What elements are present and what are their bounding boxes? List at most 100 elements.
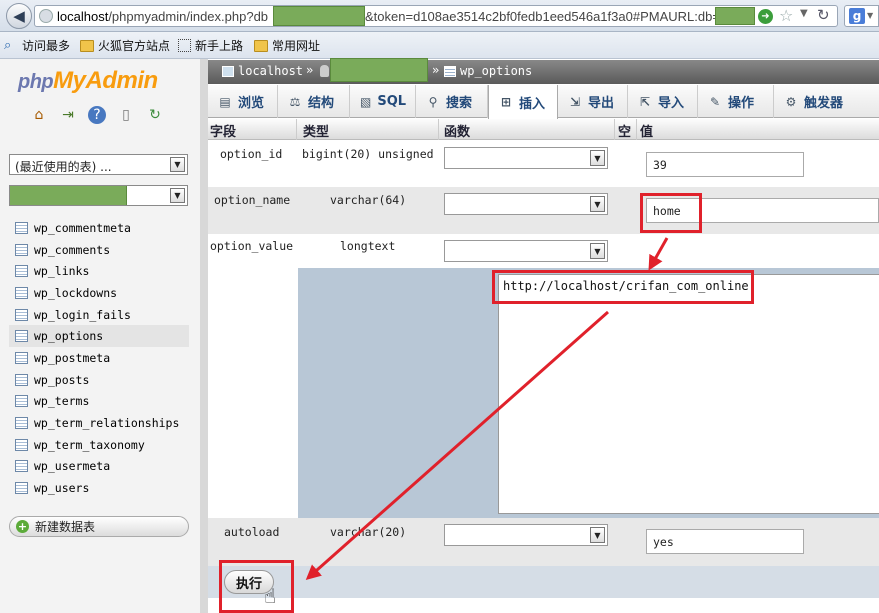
table-name: wp_terms [34,394,90,409]
breadcrumb-table[interactable]: wp_options [444,64,532,78]
table-item[interactable]: wp_term_relationships [9,412,189,434]
home-icon[interactable]: ⌂ [30,106,48,124]
table-item-active[interactable]: wp_options [9,325,189,348]
redacted-block [330,58,428,82]
recent-tables-label: (最近使用的表) ... [15,160,112,174]
function-select[interactable]: ▼ [444,193,608,215]
chevron-down-icon[interactable]: ▼ [170,157,185,172]
search-engine-selector[interactable]: g ▼ [844,5,879,27]
table-icon [15,330,28,343]
site-identity-icon[interactable] [39,9,53,23]
logout-icon[interactable]: ⇥ [59,106,77,124]
url-text-continued: &token=d108ae3514c2bf0fedb1eed546a1f3a0#… [365,9,720,24]
table-icon [15,265,28,278]
chevron-down-icon[interactable]: ▼ [590,150,605,166]
table-name: wp_term_taxonomy [34,437,145,452]
tab-operations[interactable]: ✎ 操作 [698,85,774,118]
table-item[interactable]: wp_posts [9,369,189,391]
chevron-down-icon: ▼ [867,11,874,20]
chevron-down-icon[interactable]: ▼ [170,188,185,203]
tab-triggers[interactable]: ⚙ 触发器 [774,85,879,118]
url-field[interactable]: localhost/phpmyadmin/index.php?db &token… [34,5,838,27]
table-icon [15,351,28,364]
tab-browse[interactable]: ▤ 浏览 [208,85,278,118]
table-item[interactable]: wp_postmeta [9,347,189,369]
tab-label: 搜索 [446,96,473,111]
table-name: wp_users [34,481,90,496]
breadcrumb-separator: » [432,63,440,77]
function-select[interactable]: ▼ [444,240,608,262]
table-item[interactable]: wp_term_taxonomy [9,434,189,456]
bookmark-getting-started[interactable]: 新手上路 [178,37,243,54]
highlight-box [492,270,754,304]
chevron-down-icon[interactable]: ▼ [590,243,605,259]
help-icon[interactable]: ? [88,106,106,124]
google-icon[interactable]: g [849,8,865,24]
browse-icon: ▤ [219,94,231,109]
reload-icon[interactable]: ↻ [817,6,830,24]
table-item[interactable]: wp_comments [9,239,189,261]
phpmyadmin-logo[interactable]: phpMyAdmin [18,67,158,95]
bookmark-most-visited[interactable]: ⌕ 访问最多 [4,37,70,54]
redacted-block [273,6,365,26]
table-icon [15,243,28,256]
table-icon [15,221,28,234]
recent-tables-select[interactable]: (最近使用的表) ... ▼ [9,154,188,175]
function-select[interactable]: ▼ [444,147,608,169]
chevron-down-icon[interactable]: ▼ [590,527,605,543]
tab-structure[interactable]: ⚖ 结构 [278,85,350,118]
server-icon [222,65,234,77]
table-icon [15,438,28,451]
table-item[interactable]: wp_lockdowns [9,282,189,304]
docs-icon[interactable]: ▯ [117,106,135,124]
value-input[interactable]: yes [646,529,804,554]
back-arrow-icon[interactable]: ◀ [6,3,32,29]
breadcrumb-separator: » [306,63,314,77]
new-table-button[interactable]: + 新建数据表 [9,516,189,537]
operations-icon: ✎ [709,94,721,109]
table-row: autoload varchar(20) ▼ yes [208,518,879,566]
field-type: varchar(64) [330,193,407,207]
highlight-box [640,193,702,233]
table-name: wp_postmeta [34,350,111,365]
table-icon [15,308,28,321]
redacted-block [715,7,755,25]
chevron-down-icon[interactable]: ▼ [590,196,605,212]
database-select[interactable]: ▼ [9,185,188,206]
tab-search[interactable]: ⚲ 搜索 [416,85,488,118]
navigation-panel: phpMyAdmin ⌂ ⇥ ? ▯ ↻ (最近使用的表) ... ▼ ▼ wp_… [0,59,200,613]
value-input[interactable]: 39 [646,152,804,177]
table-item[interactable]: wp_users [9,477,189,499]
tab-sql[interactable]: ▧ SQL [350,85,416,118]
function-select[interactable]: ▼ [444,524,608,546]
triggers-icon: ⚙ [785,94,797,109]
table-item[interactable]: wp_login_fails [9,304,189,326]
bookmark-star-icon[interactable]: ☆ [779,6,793,25]
tab-export[interactable]: ⇲ 导出 [558,85,628,118]
browser-toolbar: ◀ localhost/phpmyadmin/index.php?db &tok… [0,0,879,32]
field-type: longtext [340,239,396,253]
breadcrumb-server[interactable]: localhost [222,64,303,78]
bookmark-label: 访问最多 [22,39,71,53]
table-item[interactable]: wp_commentmeta [9,217,189,239]
field-name: option_name [214,193,291,207]
go-arrow-icon[interactable]: ➜ [758,9,773,24]
table-item[interactable]: wp_terms [9,391,189,413]
tab-import[interactable]: ⇱ 导入 [628,85,698,118]
chevron-down-icon[interactable]: ▼ [800,8,808,19]
bookmark-firefox-site[interactable]: 火狐官方站点 [80,37,170,54]
folder-icon [254,39,268,52]
column-header-null: 空 [618,125,632,140]
highlight-box [219,560,294,613]
search-icon: ⚲ [428,94,438,109]
table-name: wp_links [34,264,90,279]
value-textarea[interactable]: http://localhost/crifan_com_online [498,274,879,514]
table-row: option_name varchar(64) ▼ home [208,187,879,234]
bookmark-common-sites[interactable]: 常用网址 [254,37,320,54]
tab-insert[interactable]: ⊞ 插入 [488,85,558,119]
bookmarks-bar: ⌕ 访问最多 火狐官方站点 新手上路 常用网址 [0,32,879,59]
refresh-icon[interactable]: ↻ [146,106,164,124]
table-item[interactable]: wp_links [9,260,189,282]
table-item[interactable]: wp_usermeta [9,456,189,478]
table-name: wp_term_relationships [34,416,180,431]
